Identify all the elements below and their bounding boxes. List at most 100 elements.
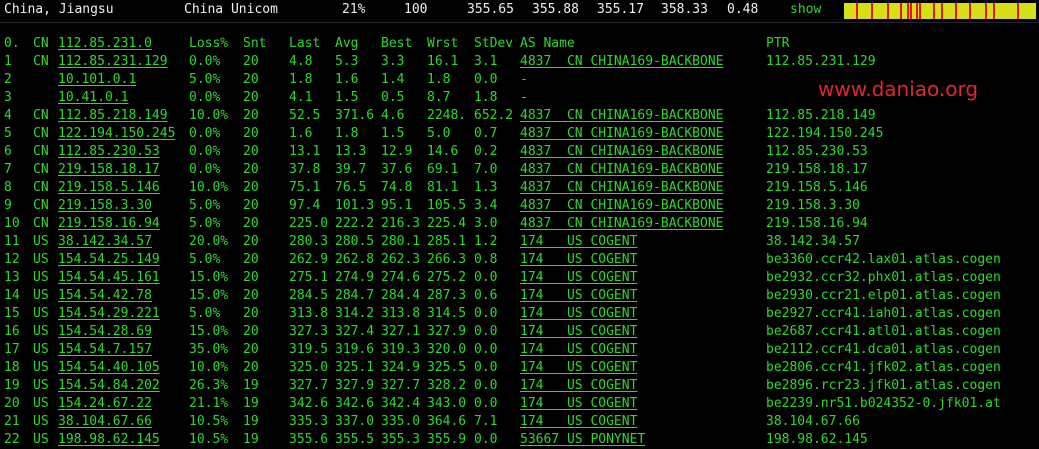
hop-as-link[interactable]: 174 US COGENT xyxy=(520,269,637,287)
hop-ip-link[interactable]: 154.54.28.69 xyxy=(58,323,152,341)
hop-as-link[interactable]: 174 US COGENT xyxy=(520,233,637,251)
show-link[interactable]: show xyxy=(790,3,821,17)
hop-last: 75.1 xyxy=(289,180,321,195)
table-row: 8 CN 219.158.5.146 10.0% 20 75.1 76.5 74.8 81.1 1… xyxy=(0,179,1039,197)
table-header-row: 0. CN 112.85.231.0 Loss% Snt Last Avg Be… xyxy=(0,35,1039,53)
hop-last: 284.5 xyxy=(289,288,329,303)
hop-index: 14 xyxy=(4,288,20,303)
hop-wrst: 355.9 xyxy=(427,432,467,447)
hop-as-link[interactable]: 4837 CN CHINA169-BACKBONE xyxy=(520,53,724,71)
hop-avg: 325.1 xyxy=(335,360,375,375)
hop-ip-link[interactable]: 154.54.29.221 xyxy=(58,305,160,323)
col-country: CN xyxy=(33,36,49,51)
hop-as-link[interactable]: 174 US COGENT xyxy=(520,395,637,413)
hop-as-link[interactable]: 174 US COGENT xyxy=(520,377,637,395)
hop-ip-link[interactable]: 10.101.0.1 xyxy=(58,71,136,89)
hop-ip-link[interactable]: 154.54.84.202 xyxy=(58,377,160,395)
hop-ptr: 112.85.230.53 xyxy=(766,144,868,159)
hop-ip-link[interactable]: 154.54.45.161 xyxy=(58,269,160,287)
col-snt: Snt xyxy=(243,36,267,51)
hop-ip-link[interactable]: 154.54.7.157 xyxy=(58,341,152,359)
hop-as-link[interactable]: 4837 CN CHINA169-BACKBONE xyxy=(520,197,724,215)
hop-loss: 0.0% xyxy=(189,90,221,105)
hop-stdev: 0.0 xyxy=(474,342,498,357)
hop-stdev: 1.3 xyxy=(474,180,498,195)
hop-as-link[interactable]: 174 US COGENT xyxy=(520,323,637,341)
hop-snt: 20 xyxy=(243,162,259,177)
hop-ip-link[interactable]: 154.54.25.149 xyxy=(58,251,160,269)
hop-index: 19 xyxy=(4,378,20,393)
hop-as-link[interactable]: 4837 CN CHINA169-BACKBONE xyxy=(520,125,724,143)
hop-best: 12.9 xyxy=(381,144,413,159)
hop-last: 13.1 xyxy=(289,144,321,159)
hop-ip-link[interactable]: 154.24.67.22 xyxy=(58,395,152,413)
hop-ptr: 38.142.34.57 xyxy=(766,234,860,249)
hop-avg: 319.6 xyxy=(335,342,375,357)
hop-as-link: - xyxy=(520,72,528,87)
hop-as-link[interactable]: 174 US COGENT xyxy=(520,251,637,269)
hop-ip-link[interactable]: 219.158.18.17 xyxy=(58,161,160,179)
hop-best: 1.5 xyxy=(381,126,405,141)
hop-stdev: 652.2 xyxy=(474,108,514,123)
hop-snt: 20 xyxy=(243,180,259,195)
col-stdev: StDev xyxy=(474,36,514,51)
hop-ip-link[interactable]: 112.85.230.53 xyxy=(58,143,160,161)
hop-stdev: 0.2 xyxy=(474,144,498,159)
hop-snt: 20 xyxy=(243,270,259,285)
hop-snt: 20 xyxy=(243,360,259,375)
hop-as-link[interactable]: 174 US COGENT xyxy=(520,359,637,377)
hop-best: 327.7 xyxy=(381,378,421,393)
hop-loss: 0.0% xyxy=(189,126,221,141)
hop-wrst: 5.0 xyxy=(427,126,451,141)
hop-as-link[interactable]: 4837 CN CHINA169-BACKBONE xyxy=(520,143,724,161)
hop-snt: 20 xyxy=(243,54,259,69)
hop-avg: 76.5 xyxy=(335,180,367,195)
hop-ip-link[interactable]: 38.142.34.57 xyxy=(58,233,152,251)
hop-last: 97.4 xyxy=(289,198,321,213)
col-target-ip[interactable]: 112.85.231.0 xyxy=(58,35,152,53)
hop-ip-link[interactable]: 112.85.218.149 xyxy=(58,107,168,125)
hop-avg: 284.7 xyxy=(335,288,375,303)
hop-best: 262.3 xyxy=(381,252,421,267)
loss-tick xyxy=(933,3,935,19)
hop-as-link[interactable]: 4837 CN CHINA169-BACKBONE xyxy=(520,107,724,125)
hop-as-link[interactable]: 174 US COGENT xyxy=(520,341,637,359)
hop-index: 13 xyxy=(4,270,20,285)
hop-as-link[interactable]: 53667 US PONYNET xyxy=(520,431,645,449)
hop-country: US xyxy=(33,414,49,429)
hop-loss: 10.0% xyxy=(189,108,229,123)
hop-ip-link[interactable]: 219.158.3.30 xyxy=(58,197,152,215)
hop-last: 225.0 xyxy=(289,216,329,231)
hop-ip-link[interactable]: 219.158.16.94 xyxy=(58,215,160,233)
hop-ip-link[interactable]: 10.41.0.1 xyxy=(58,89,128,107)
hop-loss: 10.5% xyxy=(189,432,229,447)
hop-ip-link[interactable]: 154.54.40.105 xyxy=(58,359,160,377)
hop-ip-link[interactable]: 122.194.150.245 xyxy=(58,125,175,143)
hop-ip-link[interactable]: 154.54.42.78 xyxy=(58,287,152,305)
hop-ip-link[interactable]: 38.104.67.66 xyxy=(58,413,152,431)
hop-snt: 20 xyxy=(243,342,259,357)
col-avg: Avg xyxy=(335,36,359,51)
hop-as-link[interactable]: 174 US COGENT xyxy=(520,305,637,323)
hop-as-link[interactable]: 174 US COGENT xyxy=(520,287,637,305)
hop-best: 284.4 xyxy=(381,288,421,303)
col-loss: Loss% xyxy=(189,36,229,51)
hop-as-link[interactable]: 4837 CN CHINA169-BACKBONE xyxy=(520,215,724,233)
hop-as-link[interactable]: 4837 CN CHINA169-BACKBONE xyxy=(520,179,724,197)
hop-as-link[interactable]: 174 US COGENT xyxy=(520,413,637,431)
summary-header: China, Jiangsu China Unicom 21% 100 355.… xyxy=(0,0,1039,23)
hop-ip-link[interactable]: 219.158.5.146 xyxy=(58,179,160,197)
table-row: 10 CN 219.158.16.94 5.0% 20 225.0 222.2 216.3 22… xyxy=(0,215,1039,233)
hop-snt: 20 xyxy=(243,144,259,159)
hop-as-link[interactable]: 4837 CN CHINA169-BACKBONE xyxy=(520,161,724,179)
hop-ip-link[interactable]: 112.85.231.129 xyxy=(58,53,168,71)
hop-loss: 15.0% xyxy=(189,324,229,339)
hop-avg: 280.5 xyxy=(335,234,375,249)
hop-best: 37.6 xyxy=(381,162,413,177)
hop-wrst: 327.9 xyxy=(427,324,467,339)
col-last: Last xyxy=(289,36,321,51)
hop-ip-link[interactable]: 198.98.62.145 xyxy=(58,431,160,449)
summary-worst: 358.33 xyxy=(661,2,708,17)
hop-ptr: be2806.ccr41.jfk02.atlas.cogen xyxy=(766,360,1001,375)
summary-stdev: 0.48 xyxy=(727,2,759,17)
